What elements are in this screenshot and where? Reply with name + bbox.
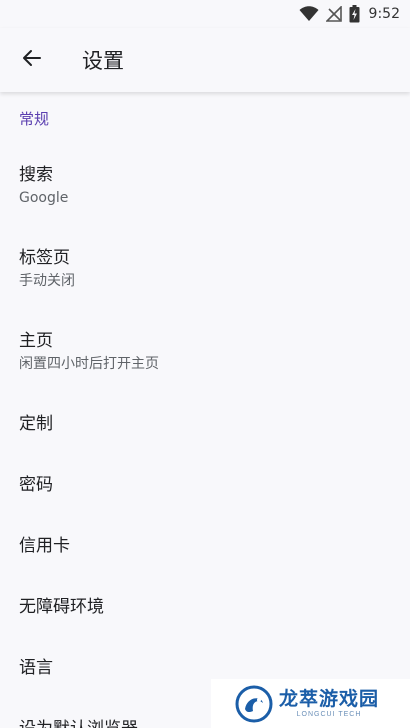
setting-title: 主页 [19, 330, 53, 351]
setting-search[interactable]: 搜索 Google [0, 144, 410, 227]
setting-summary: 手动关闭 [19, 272, 75, 289]
setting-passwords[interactable]: 密码 [0, 454, 410, 515]
setting-accessibility[interactable]: 无障碍环境 [0, 576, 410, 637]
signal-off-icon [325, 6, 342, 22]
watermark-name: 龙萃游戏园 [279, 687, 380, 710]
settings-list: 常规 搜索 Google 标签页 手动关闭 主页 闲置四小时后打开主页 定制 密… [0, 92, 410, 728]
setting-summary: 闲置四小时后打开主页 [19, 355, 159, 372]
setting-title: 语言 [19, 657, 53, 678]
watermark-text: 龙萃游戏园 LONGCUI TECH [279, 688, 379, 720]
setting-title: 无障碍环境 [19, 596, 104, 617]
setting-tabs[interactable]: 标签页 手动关闭 [0, 227, 410, 310]
wifi-icon [299, 6, 319, 22]
setting-title: 定制 [19, 413, 53, 434]
setting-title: 信用卡 [19, 535, 70, 556]
setting-title: 搜索 [19, 164, 53, 185]
status-time: 9:52 [368, 6, 400, 22]
app-bar: 设置 [0, 28, 410, 92]
setting-title: 密码 [19, 474, 53, 495]
setting-summary: Google [19, 189, 69, 206]
arrow-left-icon [20, 46, 44, 74]
dragon-emblem-icon [235, 685, 273, 723]
setting-homepage[interactable]: 主页 闲置四小时后打开主页 [0, 310, 410, 393]
watermark-logo: 龙萃游戏园 LONGCUI TECH [211, 679, 410, 728]
watermark-subtitle: LONGCUI TECH [296, 710, 362, 718]
setting-title: 标签页 [19, 247, 70, 268]
status-bar: 9:52 [0, 0, 410, 28]
page-title: 设置 [82, 49, 124, 73]
settings-screen: 9:52 设置 常规 搜索 Google 标签页 手动关闭 主页 闲置四小时后打… [0, 0, 410, 728]
battery-charging-icon [349, 5, 360, 23]
setting-credit-cards[interactable]: 信用卡 [0, 515, 410, 576]
back-button[interactable] [4, 32, 60, 88]
section-header-general: 常规 [19, 109, 50, 128]
setting-customize[interactable]: 定制 [0, 393, 410, 454]
